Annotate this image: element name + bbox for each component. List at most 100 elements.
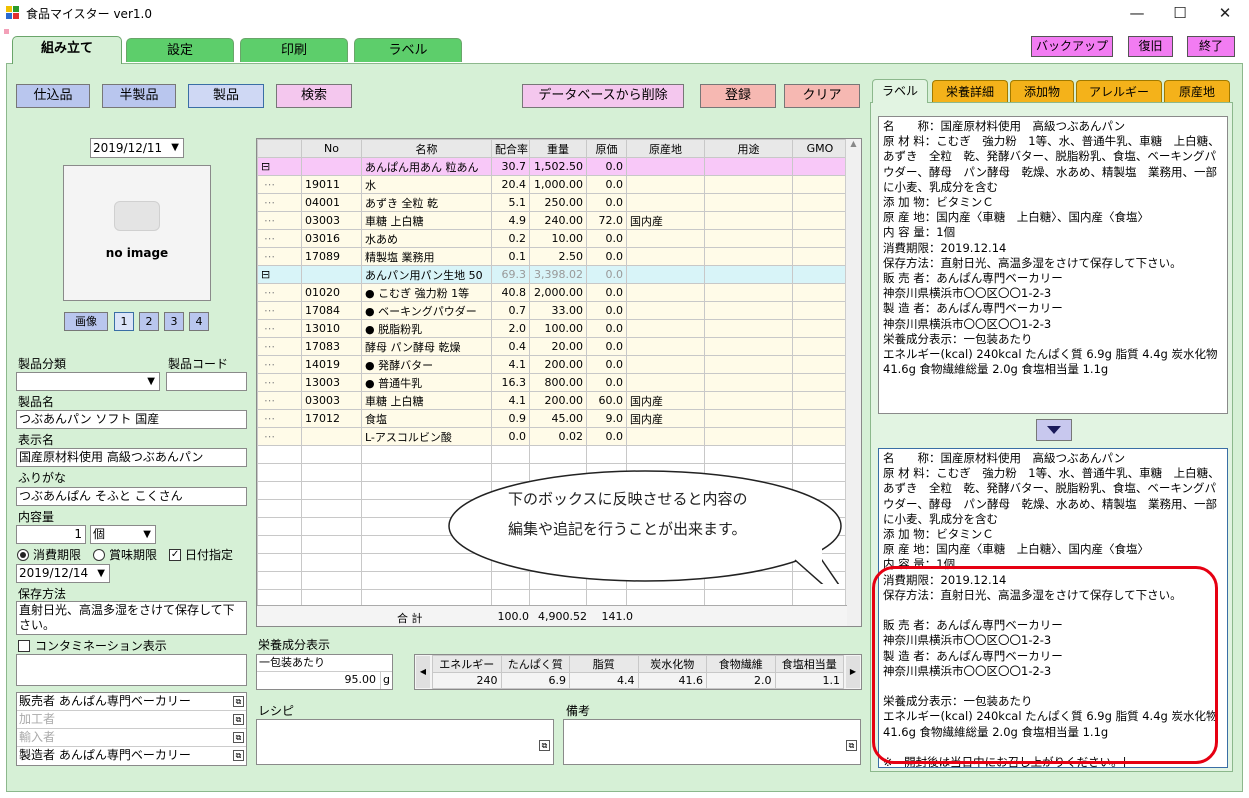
empty-cell[interactable]	[704, 445, 793, 464]
search-button[interactable]: 検索	[276, 84, 352, 108]
display-name-input[interactable]: 国産原材料使用 高級つぶあんパン	[16, 448, 247, 467]
cell-cost[interactable]: 0.0	[586, 193, 627, 212]
cell-origin[interactable]	[626, 373, 705, 392]
cell-gmo[interactable]	[792, 409, 848, 428]
image-button[interactable]: 画像	[64, 312, 108, 331]
cell-no[interactable]: 17084	[301, 301, 362, 320]
cell-origin[interactable]	[626, 175, 705, 194]
cell-origin[interactable]	[626, 229, 705, 248]
cell-expand[interactable]: ⋯	[257, 319, 302, 338]
maker-row[interactable]: 製造者 あんぱん専門ベーカリー ⧉	[17, 747, 246, 765]
cell-cost[interactable]: 0.0	[586, 283, 627, 302]
image-2-button[interactable]: 2	[139, 312, 159, 331]
cell-use[interactable]	[704, 157, 793, 176]
empty-cell[interactable]	[257, 571, 302, 590]
cell-origin[interactable]	[626, 265, 705, 284]
table-row[interactable]: ⋯ 17083 酵母 パン酵母 乾燥 0.4 20.00 0.0	[257, 337, 848, 356]
cell-weight[interactable]: 10.00	[529, 229, 587, 248]
nutrition-value[interactable]: 6.9	[500, 672, 570, 689]
cell-cost[interactable]: 0.0	[586, 355, 627, 374]
empty-cell[interactable]	[361, 445, 492, 464]
cell-ratio[interactable]: 0.0	[491, 427, 530, 446]
cell-ratio[interactable]: 2.0	[491, 319, 530, 338]
product-button[interactable]: 製品	[188, 84, 264, 108]
cell-gmo[interactable]	[792, 391, 848, 410]
table-row[interactable]: ⋯ 03003 車糖 上白糖 4.9 240.00 72.0 国内産	[257, 211, 848, 230]
cell-expand[interactable]: ⋯	[257, 193, 302, 212]
radio-best-before[interactable]	[93, 548, 106, 561]
cell-name[interactable]: 車糖 上白糖	[361, 391, 492, 410]
nutrition-value[interactable]: 4.4	[569, 672, 639, 689]
cell-use[interactable]	[704, 283, 793, 302]
cell-name[interactable]: ● 脱脂粉乳	[361, 319, 492, 338]
copy-icon[interactable]: ⧉	[846, 740, 857, 751]
cell-ratio[interactable]: 0.7	[491, 301, 530, 320]
storage-input[interactable]: 直射日光、高温多湿をさけて保存して下さい。	[16, 601, 247, 635]
cell-use[interactable]	[704, 391, 793, 410]
cell-no[interactable]: 13003	[301, 373, 362, 392]
semi-product-button[interactable]: 半製品	[102, 84, 176, 108]
copy-icon[interactable]: ⧉	[539, 740, 550, 751]
empty-row[interactable]	[257, 445, 848, 464]
register-button[interactable]: 登録	[700, 84, 776, 108]
nutrition-value[interactable]: 1.1	[774, 672, 844, 689]
cell-no[interactable]: 17089	[301, 247, 362, 266]
copy-icon[interactable]: ⧉	[233, 696, 244, 707]
empty-cell[interactable]	[301, 535, 362, 554]
cell-expand[interactable]: ⊟	[257, 265, 302, 284]
apply-down-button[interactable]	[1036, 419, 1072, 441]
table-row[interactable]: ⋯ 17012 食塩 0.9 45.00 9.0 国内産	[257, 409, 848, 428]
cell-cost[interactable]: 0.0	[586, 229, 627, 248]
prep-button[interactable]: 仕込品	[16, 84, 90, 108]
cell-origin[interactable]	[626, 283, 705, 302]
empty-cell[interactable]	[586, 445, 627, 464]
image-4-button[interactable]: 4	[189, 312, 209, 331]
empty-cell[interactable]	[257, 553, 302, 572]
cell-weight[interactable]: 250.00	[529, 193, 587, 212]
table-row[interactable]: ⋯ L-アスコルビン酸 0.0 0.02 0.0	[257, 427, 848, 446]
cell-origin[interactable]	[626, 193, 705, 212]
cell-cost[interactable]: 0.0	[586, 319, 627, 338]
cell-name[interactable]: 水あめ	[361, 229, 492, 248]
cell-name[interactable]: 食塩	[361, 409, 492, 428]
nutrition-value[interactable]: 41.6	[637, 672, 707, 689]
cell-origin[interactable]: 国内産	[626, 391, 705, 410]
cell-no[interactable]: 17012	[301, 409, 362, 428]
cell-use[interactable]	[704, 301, 793, 320]
grid-header-cost[interactable]: 原価	[586, 139, 627, 158]
scroll-right-icon[interactable]: ▶	[846, 656, 860, 688]
cell-cost[interactable]: 0.0	[586, 301, 627, 320]
cell-no[interactable]	[301, 157, 362, 176]
image-1-button[interactable]: 1	[114, 312, 134, 331]
cell-use[interactable]	[704, 373, 793, 392]
cell-expand[interactable]: ⋯	[257, 283, 302, 302]
table-row[interactable]: ⋯ 01020 ● こむぎ 強力粉 1等 40.8 2,000.00 0.0	[257, 283, 848, 302]
content-unit-select[interactable]: 個 ▼	[90, 525, 156, 544]
cell-gmo[interactable]	[792, 283, 848, 302]
content-qty-input[interactable]: 1	[16, 525, 86, 544]
cell-cost[interactable]: 0.0	[586, 373, 627, 392]
cell-no[interactable]: 04001	[301, 193, 362, 212]
contamination-input[interactable]	[16, 654, 247, 686]
cell-origin[interactable]	[626, 355, 705, 374]
empty-cell[interactable]	[257, 517, 302, 536]
table-row[interactable]: ⊟ あんパン用パン生地 50 69.3 3,398.02 0.0	[257, 265, 848, 284]
table-row[interactable]: ⋯ 17089 精製塩 業務用 0.1 2.50 0.0	[257, 247, 848, 266]
tab-origin[interactable]: 原産地	[1164, 80, 1230, 102]
notes-input[interactable]: ⧉	[563, 719, 861, 765]
category-select[interactable]: ▼	[16, 372, 160, 391]
cell-use[interactable]	[704, 319, 793, 338]
cell-expand[interactable]: ⋯	[257, 247, 302, 266]
tab-settings[interactable]: 設定	[126, 38, 234, 62]
cell-ratio[interactable]: 4.1	[491, 391, 530, 410]
nutrition-value[interactable]: 240	[432, 672, 502, 689]
cell-use[interactable]	[704, 193, 793, 212]
tab-nutrition-detail[interactable]: 栄養詳細	[932, 80, 1008, 102]
cell-name[interactable]: 車糖 上白糖	[361, 211, 492, 230]
empty-cell[interactable]	[257, 481, 302, 500]
cell-expand[interactable]: ⋯	[257, 301, 302, 320]
cell-name[interactable]: 精製塩 業務用	[361, 247, 492, 266]
cell-name[interactable]: L-アスコルビン酸	[361, 427, 492, 446]
empty-cell[interactable]	[257, 445, 302, 464]
cell-expand[interactable]: ⋯	[257, 427, 302, 446]
